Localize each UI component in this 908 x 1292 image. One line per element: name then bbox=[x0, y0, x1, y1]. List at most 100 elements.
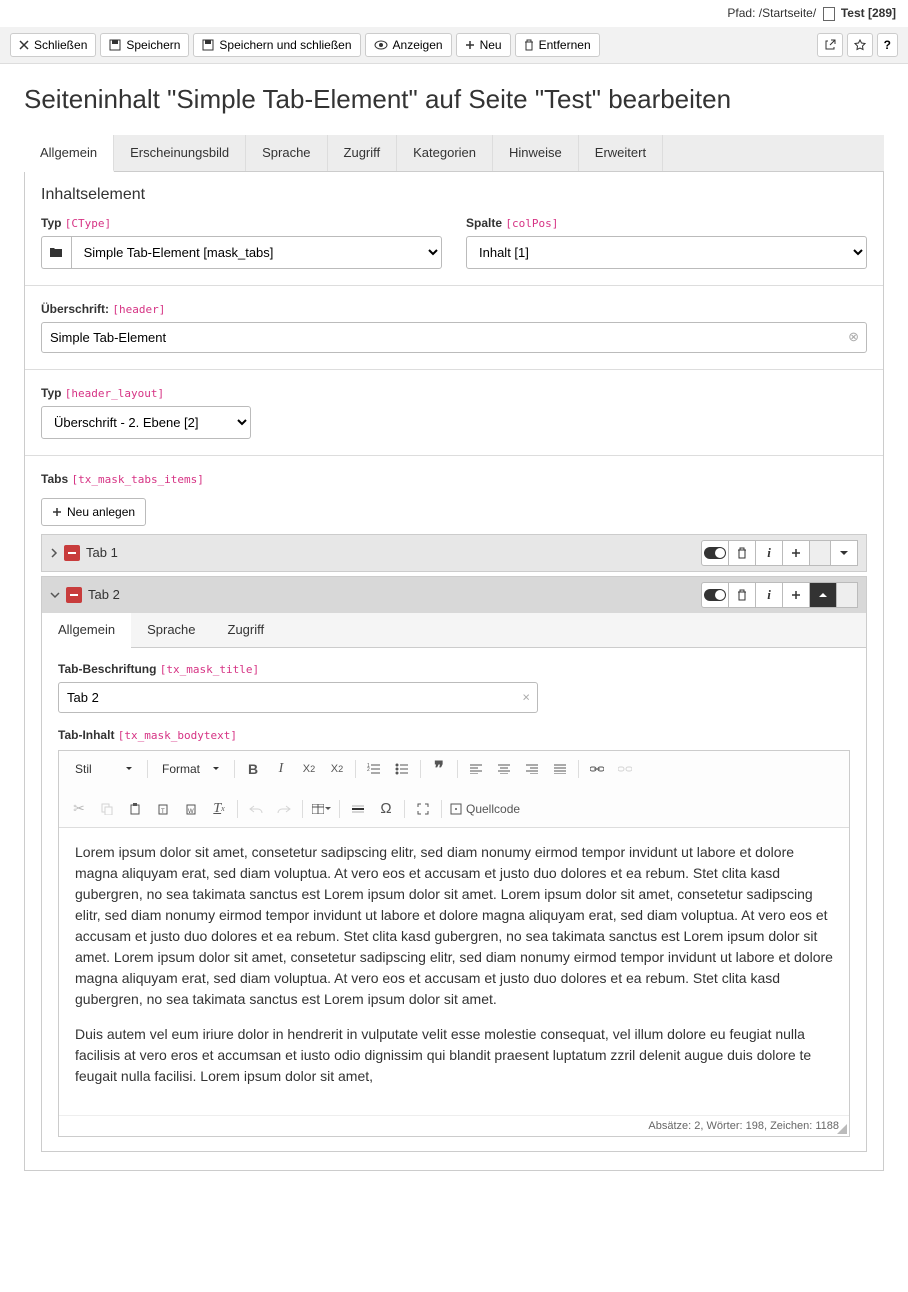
tab-notes[interactable]: Hinweise bbox=[493, 135, 579, 171]
bookmark-button[interactable] bbox=[847, 33, 873, 57]
info-icon: i bbox=[767, 587, 771, 603]
rte-align-left-button[interactable] bbox=[466, 759, 486, 779]
rte-special-char-button[interactable]: Ω bbox=[376, 799, 396, 819]
tab-title-input[interactable] bbox=[58, 682, 538, 713]
save-close-button[interactable]: Speichern und schließen bbox=[193, 33, 360, 57]
tab-item-title[interactable]: Tab 2 bbox=[88, 587, 120, 602]
rte-hr-button[interactable] bbox=[348, 799, 368, 819]
rte-italic-button[interactable]: I bbox=[271, 759, 291, 779]
move-up-button[interactable] bbox=[809, 582, 837, 608]
rte-copy-button[interactable] bbox=[97, 799, 117, 819]
clear-input-button[interactable]: × bbox=[522, 690, 530, 705]
ul-icon bbox=[395, 763, 409, 775]
chevron-down-icon[interactable] bbox=[50, 591, 60, 599]
tab-language[interactable]: Sprache bbox=[246, 135, 327, 171]
ol-icon: 12 bbox=[367, 763, 381, 775]
open-external-button[interactable] bbox=[817, 33, 843, 57]
help-icon: ? bbox=[884, 38, 891, 52]
chevron-down-icon bbox=[839, 549, 849, 557]
move-down-button-disabled bbox=[836, 582, 858, 608]
toggle-visibility-button[interactable] bbox=[701, 540, 729, 566]
rte-link-button[interactable] bbox=[587, 759, 607, 779]
rte-table-button[interactable] bbox=[311, 799, 331, 819]
rte-bullet-list-button[interactable] bbox=[392, 759, 412, 779]
tab-extended[interactable]: Erweitert bbox=[579, 135, 663, 171]
trash-icon bbox=[737, 589, 747, 601]
paste-icon bbox=[130, 803, 140, 815]
rte-maximize-button[interactable] bbox=[413, 799, 433, 819]
tab-general[interactable]: Allgemein bbox=[24, 135, 114, 172]
rte-paste-word-button[interactable]: W bbox=[181, 799, 201, 819]
delete-button[interactable]: Entfernen bbox=[515, 33, 600, 57]
header-layout-label: Typ [header_layout] bbox=[41, 386, 867, 400]
rte-unlink-button[interactable] bbox=[615, 759, 635, 779]
tab-item-2: Tab 2 i Allgemein Sprache Zugriff Tab-Be… bbox=[41, 576, 867, 1152]
add-tab-button[interactable]: Neu anlegen bbox=[41, 498, 146, 526]
help-button[interactable]: ? bbox=[877, 33, 898, 57]
type-select[interactable]: Simple Tab-Element [mask_tabs] bbox=[71, 236, 442, 269]
info-button[interactable]: i bbox=[755, 540, 783, 566]
tab-categories[interactable]: Kategorien bbox=[397, 135, 493, 171]
redo-icon bbox=[277, 804, 291, 814]
path-crumb[interactable]: /Startseite/ bbox=[759, 6, 816, 20]
content-type-icon bbox=[64, 545, 80, 561]
rte-undo-button[interactable] bbox=[246, 799, 266, 819]
rte-style-select[interactable]: Stil bbox=[69, 759, 139, 779]
tab-item-1: Tab 1 i bbox=[41, 534, 867, 572]
info-icon: i bbox=[767, 545, 771, 561]
rte-align-center-button[interactable] bbox=[494, 759, 514, 779]
add-after-button[interactable] bbox=[782, 582, 810, 608]
move-down-button[interactable] bbox=[830, 540, 858, 566]
trash-icon bbox=[524, 39, 534, 51]
rte-quote-button[interactable]: ❞ bbox=[429, 759, 449, 779]
folder-icon bbox=[49, 246, 63, 258]
plus-icon bbox=[791, 590, 801, 600]
inner-tab-access[interactable]: Zugriff bbox=[212, 613, 281, 647]
delete-item-button[interactable] bbox=[728, 582, 756, 608]
rte-bold-button[interactable]: B bbox=[243, 759, 263, 779]
inner-tab-language[interactable]: Sprache bbox=[131, 613, 211, 647]
info-button[interactable]: i bbox=[755, 582, 783, 608]
rte-align-right-button[interactable] bbox=[522, 759, 542, 779]
main-tabs: Allgemein Erscheinungsbild Sprache Zugri… bbox=[24, 135, 884, 172]
add-after-button[interactable] bbox=[782, 540, 810, 566]
save-button[interactable]: Speichern bbox=[100, 33, 189, 57]
rte-numbered-list-button[interactable]: 12 bbox=[364, 759, 384, 779]
tab-item-title[interactable]: Tab 1 bbox=[86, 545, 118, 560]
rte-format-select[interactable]: Format bbox=[156, 759, 226, 779]
trash-icon bbox=[737, 547, 747, 559]
save-icon bbox=[109, 39, 121, 51]
close-icon bbox=[19, 40, 29, 50]
rte-source-button[interactable]: Quellcode bbox=[450, 799, 520, 819]
rte-align-justify-button[interactable] bbox=[550, 759, 570, 779]
rte-subscript-button[interactable]: X2 bbox=[299, 759, 319, 779]
eye-icon bbox=[374, 40, 388, 50]
view-button[interactable]: Anzeigen bbox=[365, 33, 452, 57]
column-select[interactable]: Inhalt [1] bbox=[466, 236, 867, 269]
rte-paragraph: Lorem ipsum dolor sit amet, consetetur s… bbox=[75, 842, 833, 1010]
new-button[interactable]: Neu bbox=[456, 33, 511, 57]
rte-redo-button[interactable] bbox=[274, 799, 294, 819]
rte-paste-text-button[interactable]: T bbox=[153, 799, 173, 819]
tab-access[interactable]: Zugriff bbox=[328, 135, 398, 171]
inner-tab-general[interactable]: Allgemein bbox=[42, 613, 131, 648]
chevron-right-icon[interactable] bbox=[50, 548, 58, 558]
toggle-visibility-button[interactable] bbox=[701, 582, 729, 608]
page-title: Seiteninhalt "Simple Tab-Element" auf Se… bbox=[24, 84, 884, 115]
resize-grip-icon[interactable] bbox=[837, 1124, 847, 1134]
plus-icon bbox=[791, 548, 801, 558]
type-wizard-button[interactable] bbox=[41, 236, 71, 269]
link-icon bbox=[590, 765, 604, 773]
rte-paste-button[interactable] bbox=[125, 799, 145, 819]
close-button[interactable]: Schließen bbox=[10, 33, 96, 57]
rte-superscript-button[interactable]: X2 bbox=[327, 759, 347, 779]
delete-item-button[interactable] bbox=[728, 540, 756, 566]
hr-icon bbox=[352, 804, 364, 814]
header-input[interactable] bbox=[41, 322, 867, 353]
tab-appearance[interactable]: Erscheinungsbild bbox=[114, 135, 246, 171]
rte-remove-format-button[interactable]: Tx bbox=[209, 799, 229, 819]
rte-content-area[interactable]: Lorem ipsum dolor sit amet, consetetur s… bbox=[59, 828, 849, 1115]
header-layout-select[interactable]: Überschrift - 2. Ebene [2] bbox=[41, 406, 251, 439]
header-clear-icon[interactable]: ⊗ bbox=[848, 329, 859, 345]
rte-cut-button[interactable]: ✂ bbox=[69, 799, 89, 819]
